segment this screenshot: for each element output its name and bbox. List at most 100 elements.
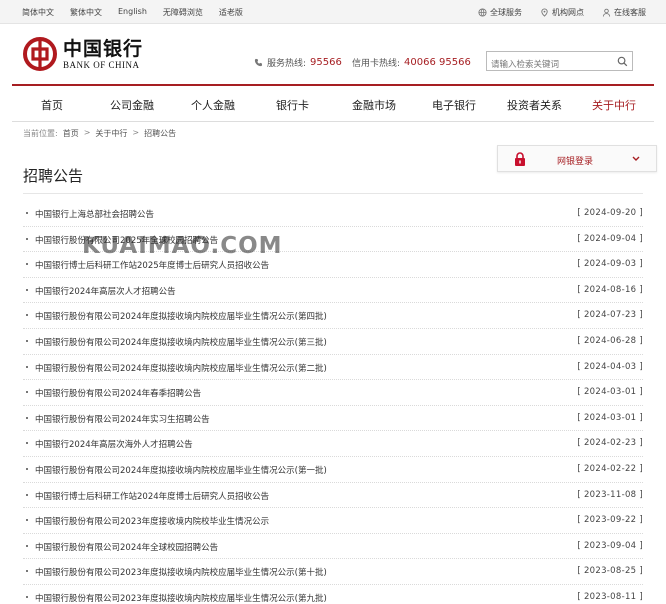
card-hotline: 信用卡热线: 40066 95566 [352, 56, 471, 69]
service-hotline-label: 服务热线: [267, 59, 307, 69]
branches-label: 机构网点 [552, 8, 584, 17]
announcement-date: [ 2024-06-28 ] [577, 335, 643, 346]
page-title: 招聘公告 [23, 167, 84, 185]
announcement-title[interactable]: 中国银行股份有限公司2024年度拟接收境内院校应届毕业生情况公示(第三批) [35, 336, 327, 348]
announcement-title[interactable]: 中国银行博士后科研工作站2024年度博士后研究人员招收公告 [35, 490, 269, 502]
phone-icon [254, 58, 263, 67]
bullet [26, 442, 28, 445]
online-support-link[interactable]: 在线客服 [602, 7, 646, 18]
announcement-date: [ 2024-04-03 ] [577, 361, 643, 372]
global-service-link[interactable]: 全球服务 [478, 7, 522, 18]
online-banking-login-button[interactable]: 网银登录 [497, 145, 657, 172]
list-item[interactable]: 中国银行股份有限公司2024年度拟接收境内院校应届毕业生情况公示(第三批) [ 2… [23, 329, 643, 355]
announcement-title[interactable]: 中国银行股份有限公司2024年度拟接收境内院校应届毕业生情况公示(第四批) [35, 310, 327, 322]
logo-chinese-name: 中国银行 [63, 38, 144, 60]
bullet [26, 365, 28, 368]
site-header: 中国银行 BANK OF CHINA 服务热线: 95566 信用卡热线: 40… [0, 24, 666, 84]
list-item[interactable]: 中国银行股份有限公司2023年度拟接收境内院校应届毕业生情况公示(第九批) [ 2… [23, 585, 643, 604]
list-item[interactable]: 中国银行博士后科研工作站2024年度博士后研究人员招收公告 [ 2023-11-0… [23, 483, 643, 509]
bullet [26, 212, 28, 214]
list-item[interactable]: 中国银行股份有限公司2024年度拟接收境内院校应届毕业生情况公示(第一批) [ 2… [23, 457, 643, 483]
branches-link[interactable]: 机构网点 [540, 7, 584, 18]
announcement-title[interactable]: 中国银行股份有限公司2024年度拟接收境内院校应届毕业生情况公示(第二批) [35, 362, 327, 374]
list-divider [23, 193, 643, 194]
breadcrumb-about[interactable]: 关于中行 [95, 128, 127, 139]
breadcrumb-home[interactable]: 首页 [63, 128, 79, 139]
card-hotline-label: 信用卡热线: [352, 59, 401, 69]
main-nav: 首页 公司金融 个人金融 银行卡 金融市场 电子银行 投资者关系 关于中行 [12, 84, 654, 122]
bank-of-china-logo-icon [23, 37, 57, 71]
bank-logo[interactable]: 中国银行 BANK OF CHINA [23, 37, 143, 71]
breadcrumb-current: 招聘公告 [144, 129, 177, 138]
bullet [26, 314, 28, 317]
nav-item-cards[interactable]: 银行卡 [276, 97, 309, 113]
breadcrumb-separator: > [83, 128, 91, 137]
top-utility-bar: 简体中文 繁体中文 English 无障碍浏览 适老版 全球服务 机构网点 在线… [0, 0, 666, 24]
announcement-title[interactable]: 中国银行股份有限公司2023年度拟接收境内院校应届毕业生情况公示(第九批) [35, 592, 327, 604]
announcement-date: [ 2024-07-23 ] [577, 310, 643, 321]
list-item[interactable]: 中国银行股份有限公司2023年度拟接收境内院校应届毕业生情况公示(第十批) [ 2… [23, 559, 643, 585]
list-item[interactable]: 中国银行股份有限公司2024年度拟接收境内院校应届毕业生情况公示(第四批) [ 2… [23, 303, 643, 329]
nav-item-corporate[interactable]: 公司金融 [110, 97, 154, 113]
announcement-date: [ 2023-09-22 ] [577, 515, 643, 526]
announcement-title[interactable]: 中国银行2024年高层次海外人才招聘公告 [35, 438, 193, 450]
search-icon[interactable] [617, 56, 628, 67]
announcement-title[interactable]: 中国银行股份有限公司2024年度拟接收境内院校应届毕业生情况公示(第一批) [35, 464, 327, 476]
service-hotline: 服务热线: 95566 [254, 56, 342, 69]
announcement-title[interactable]: 中国银行股份有限公司2023年度接收境内院校毕业生情况公示 [35, 515, 269, 527]
list-item[interactable]: 中国银行股份有限公司2024年实习生招聘公告 [ 2024-03-01 ] [23, 406, 643, 432]
user-icon [602, 8, 611, 17]
card-hotline-number: 40066 95566 [404, 57, 471, 68]
lang-traditional-link[interactable]: 繁体中文 [70, 7, 102, 18]
search-input[interactable] [487, 56, 611, 74]
bullet [26, 595, 28, 598]
chevron-down-icon [632, 156, 640, 161]
announcement-title[interactable]: 中国银行2024年高层次人才招聘公告 [35, 285, 176, 297]
search-box [486, 51, 633, 74]
nav-item-about[interactable]: 关于中行 [592, 97, 636, 113]
accessibility-link[interactable]: 无障碍浏览 [163, 7, 203, 18]
announcement-title[interactable]: 中国银行股份有限公司2023年度拟接收境内院校应届毕业生情况公示(第十批) [35, 566, 327, 578]
elderly-mode-link[interactable]: 适老版 [219, 7, 243, 18]
globe-icon [478, 8, 487, 17]
list-item[interactable]: 中国银行股份有限公司2024年全球校园招聘公告 [ 2023-09-04 ] [23, 534, 643, 560]
announcement-title[interactable]: 中国银行股份有限公司2024年春季招聘公告 [35, 387, 201, 399]
nav-item-personal[interactable]: 个人金融 [191, 97, 235, 113]
bullet [26, 467, 28, 470]
nav-item-markets[interactable]: 金融市场 [352, 97, 396, 113]
announcement-list: 中国银行上海总部社会招聘公告 [ 2024-09-20 ] 中国银行股份有限公司2… [23, 201, 643, 604]
list-item[interactable]: 中国银行2024年高层次人才招聘公告 [ 2024-08-16 ] [23, 278, 643, 304]
list-item[interactable]: 中国银行股份有限公司2023年度接收境内院校毕业生情况公示 [ 2023-09-2… [23, 508, 643, 534]
list-item[interactable]: 中国银行2024年高层次海外人才招聘公告 [ 2024-02-23 ] [23, 431, 643, 457]
announcement-title[interactable]: 中国银行股份有限公司2024年全球校园招聘公告 [35, 541, 218, 553]
lang-simplified-link[interactable]: 简体中文 [22, 7, 54, 18]
announcement-date: [ 2023-08-25 ] [577, 566, 643, 577]
bullet [26, 263, 28, 266]
announcement-date: [ 2024-08-16 ] [577, 284, 643, 295]
announcement-title[interactable]: 中国银行博士后科研工作站2025年度博士后研究人员招收公告 [35, 259, 269, 271]
global-service-label: 全球服务 [490, 8, 522, 17]
announcement-title[interactable]: 中国银行上海总部社会招聘公告 [35, 208, 154, 220]
bullet [26, 237, 28, 240]
announcement-date: [ 2024-02-23 ] [577, 438, 643, 449]
bullet [26, 391, 28, 394]
bullet [26, 416, 28, 419]
announcement-date: [ 2023-08-11 ] [577, 591, 643, 602]
announcement-date: [ 2024-03-01 ] [577, 412, 643, 423]
bullet [26, 339, 28, 342]
nav-item-investor[interactable]: 投资者关系 [507, 97, 562, 113]
logo-english-name: BANK OF CHINA [63, 60, 140, 70]
bullet [26, 288, 28, 291]
list-item[interactable]: 中国银行股份有限公司2024年度拟接收境内院校应届毕业生情况公示(第二批) [ 2… [23, 355, 643, 381]
breadcrumb-separator: > [132, 128, 140, 137]
nav-item-ebanking[interactable]: 电子银行 [432, 97, 476, 113]
announcement-date: [ 2024-09-03 ] [577, 259, 643, 270]
nav-item-home[interactable]: 首页 [41, 97, 63, 113]
lang-english-link[interactable]: English [118, 7, 147, 18]
bullet [26, 570, 28, 573]
announcement-title[interactable]: 中国银行股份有限公司2024年实习生招聘公告 [35, 413, 210, 425]
bullet [26, 493, 28, 496]
bullet [26, 519, 28, 522]
list-item[interactable]: 中国银行上海总部社会招聘公告 [ 2024-09-20 ] [23, 201, 643, 227]
list-item[interactable]: 中国银行股份有限公司2024年春季招聘公告 [ 2024-03-01 ] [23, 380, 643, 406]
